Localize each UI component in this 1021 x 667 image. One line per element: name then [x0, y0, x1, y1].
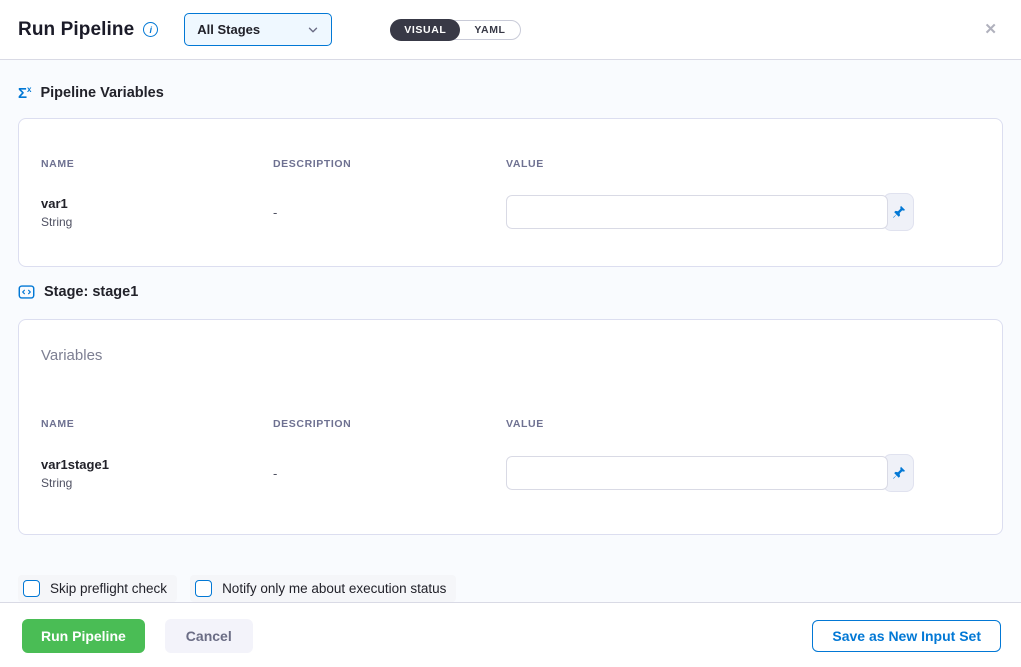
page-title: Run Pipeline	[18, 19, 134, 41]
variable-type: String	[41, 476, 273, 490]
skip-preflight-label: Skip preflight check	[50, 581, 167, 596]
column-header-description: DESCRIPTION	[273, 418, 506, 430]
modal-header: Run Pipeline i All Stages VISUAL YAML ✕	[0, 0, 1021, 60]
variable-name: var1stage1	[41, 457, 273, 472]
execution-options: Skip preflight check Notify only me abou…	[18, 575, 1003, 602]
variable-type: String	[41, 215, 273, 229]
modal-footer: Run Pipeline Cancel Save as New Input Se…	[0, 602, 1021, 667]
stage-variables-card-title: Variables	[41, 347, 980, 364]
pipeline-variables-icon: Σx	[18, 86, 31, 101]
stage-icon	[18, 284, 35, 300]
column-header-name: NAME	[41, 418, 273, 430]
variable-description: -	[273, 205, 506, 220]
info-icon[interactable]: i	[143, 22, 158, 37]
tab-yaml[interactable]: YAML	[460, 20, 519, 40]
pipeline-variables-card: NAME DESCRIPTION VALUE var1 String -	[18, 118, 1003, 267]
stage-section-header: Stage: stage1	[18, 284, 1003, 300]
modal-body: Σx Pipeline Variables NAME DESCRIPTION V…	[0, 60, 1021, 602]
variable-value-group	[506, 193, 914, 231]
variables-table-header: NAME DESCRIPTION VALUE	[41, 158, 980, 170]
cancel-button[interactable]: Cancel	[165, 619, 253, 653]
stage-variables-card: Variables NAME DESCRIPTION VALUE var1sta…	[18, 319, 1003, 535]
stage-title: Stage: stage1	[44, 284, 138, 300]
column-header-value: VALUE	[506, 418, 980, 430]
stage-selector-value: All Stages	[197, 22, 260, 37]
run-pipeline-modal: Run Pipeline i All Stages VISUAL YAML ✕ …	[0, 0, 1021, 667]
variables-table-header: NAME DESCRIPTION VALUE	[41, 418, 980, 430]
pipeline-variables-title: Pipeline Variables	[40, 85, 163, 101]
visual-yaml-toggle: VISUAL YAML	[390, 20, 520, 40]
run-pipeline-button[interactable]: Run Pipeline	[22, 619, 145, 653]
pipeline-variables-section-header: Σx Pipeline Variables	[18, 85, 1003, 101]
notify-me-option[interactable]: Notify only me about execution status	[190, 575, 456, 602]
column-header-value: VALUE	[506, 158, 980, 170]
chevron-down-icon	[307, 24, 319, 36]
skip-preflight-checkbox[interactable]	[23, 580, 40, 597]
pin-icon	[892, 466, 906, 480]
variable-name: var1	[41, 196, 273, 211]
variable-description: -	[273, 466, 506, 481]
tab-visual[interactable]: VISUAL	[390, 19, 460, 41]
variable-name-cell: var1 String	[41, 196, 273, 229]
variable-name-cell: var1stage1 String	[41, 457, 273, 490]
notify-me-checkbox[interactable]	[195, 580, 212, 597]
save-as-new-input-set-button[interactable]: Save as New Input Set	[812, 620, 1001, 652]
table-row: var1stage1 String -	[41, 454, 980, 492]
variable-value-input[interactable]	[506, 456, 888, 490]
skip-preflight-option[interactable]: Skip preflight check	[18, 575, 177, 602]
variable-value-input[interactable]	[506, 195, 888, 229]
pin-icon	[892, 205, 906, 219]
close-icon[interactable]: ✕	[980, 18, 1001, 41]
variable-value-group	[506, 454, 914, 492]
column-header-description: DESCRIPTION	[273, 158, 506, 170]
notify-me-label: Notify only me about execution status	[222, 581, 446, 596]
stage-selector-dropdown[interactable]: All Stages	[184, 13, 332, 46]
table-row: var1 String -	[41, 193, 980, 231]
column-header-name: NAME	[41, 158, 273, 170]
